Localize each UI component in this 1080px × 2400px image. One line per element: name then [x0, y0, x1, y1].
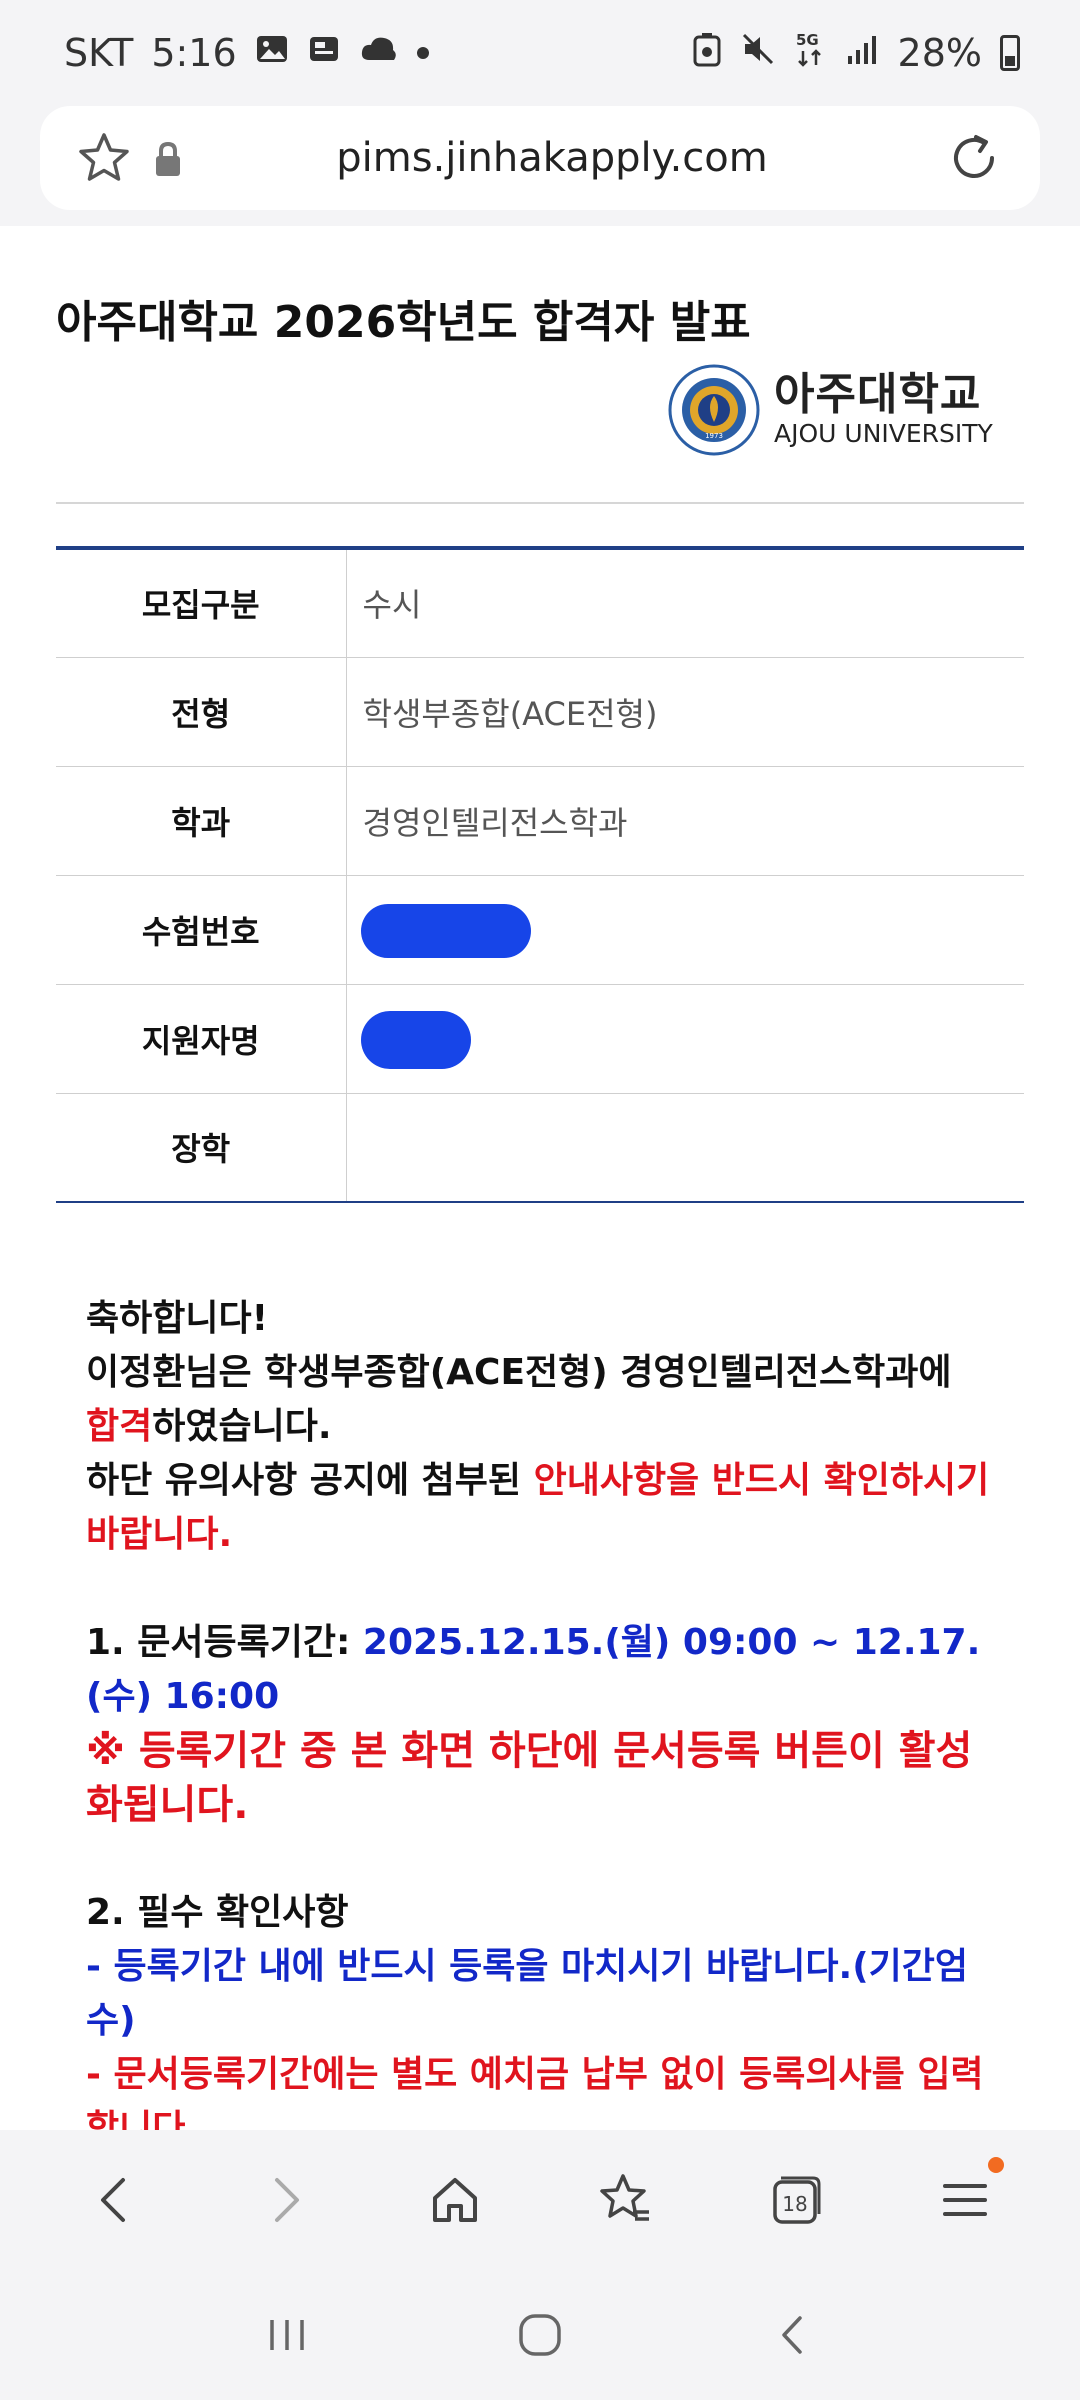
title-divider [56, 502, 1024, 504]
row-label-admission-type: 전형 [56, 657, 347, 767]
recycle-icon [692, 31, 722, 76]
row-value-recruit-type: 수시 [346, 548, 1024, 658]
university-logo: 1973 아주대학교 AJOU UNIVERSITY [668, 364, 993, 456]
reload-icon[interactable] [944, 128, 1004, 188]
logo-korean: 아주대학교 [774, 369, 982, 420]
signal-icon [846, 31, 880, 75]
row-label-exam-number: 수험번호 [56, 875, 347, 985]
table-row: 전형 학생부종합(ACE전형) [56, 657, 1024, 767]
tab-count: 18 [782, 2192, 807, 2216]
home-circle-icon[interactable] [500, 2295, 580, 2375]
status-left: SKT 5:16 [64, 31, 429, 75]
bookmarks-icon[interactable] [580, 2155, 670, 2245]
section-2-label: 2. 필수 확인사항 [86, 1892, 349, 1933]
redaction-mark [360, 903, 531, 958]
svg-text:5G: 5G [796, 31, 819, 49]
bookmark-star-icon[interactable] [76, 130, 132, 186]
logo-english: AJOU UNIVERSITY [774, 419, 993, 448]
section-1-label: 1. 문서등록기간: [86, 1622, 363, 1663]
page-title: 아주대학교 2026학년도 합격자 발표 [56, 297, 751, 348]
news-icon [307, 31, 341, 75]
pass-word: 합격 [86, 1406, 153, 1447]
battery-icon [1000, 35, 1020, 71]
congrats-text: 축하합니다! [86, 1298, 269, 1339]
clock: 5:16 [151, 31, 237, 75]
row-label-applicant-name: 지원자명 [56, 984, 347, 1094]
section-2-item-1: - 등록기간 내에 반드시 등록을 마치시기 바랍니다.(기간엄수) [86, 1946, 969, 2041]
row-label-department: 학과 [56, 766, 347, 876]
battery-percent: 28% [897, 31, 982, 75]
url-bar[interactable]: pims.jinhakapply.com [40, 106, 1040, 210]
row-value-applicant-name [346, 984, 1024, 1094]
notification-dot-icon [416, 47, 429, 59]
row-label-recruit-type: 모집구분 [56, 548, 347, 658]
row-value-exam-number [346, 875, 1024, 985]
university-seal-icon: 1973 [668, 364, 760, 456]
system-nav-bar [0, 2270, 1080, 2400]
forward-icon[interactable] [240, 2155, 330, 2245]
notice-line-2: 합격하였습니다. [86, 1400, 1006, 1454]
row-label-scholarship: 장학 [56, 1093, 347, 1202]
tabs-icon[interactable]: 18 [750, 2155, 840, 2245]
table-row: 수험번호 [56, 875, 1024, 985]
row-value-admission-type: 학생부종합(ACE전형) [346, 657, 1024, 767]
table-row: 모집구분 수시 [56, 548, 1024, 658]
url-text[interactable]: pims.jinhakapply.com [184, 135, 920, 181]
gallery-icon [255, 31, 289, 75]
mute-icon [740, 31, 776, 76]
notice-line-1: 이정환님은 학생부종합(ACE전형) 경영인텔리전스학과에 [86, 1352, 952, 1393]
result-notice: 축하합니다! 이정환님은 학생부종합(ACE전형) 경영인텔리전스학과에 합격하… [86, 1292, 1006, 2130]
status-bar: SKT 5:16 5G 28% [0, 0, 1080, 106]
logo-wordmark: 아주대학교 AJOU UNIVERSITY [774, 371, 993, 449]
notice-line-2-rest: 하였습니다. [152, 1406, 332, 1447]
back-icon[interactable] [70, 2155, 160, 2245]
section-1: 1. 문서등록기간: 2025.12.15.(월) 09:00 ~ 12.17.… [86, 1616, 1006, 1724]
home-icon[interactable] [410, 2155, 500, 2245]
notice-line-3: 하단 유의사항 공지에 첨부된 안내사항을 반드시 확인하시기 바랍니다. [86, 1454, 1006, 1562]
menu-icon[interactable] [920, 2155, 1010, 2245]
section-2-item-2: - 문서등록기간에는 별도 예치금 납부 없이 등록의사를 입력합니다. [86, 2054, 984, 2130]
lock-icon [152, 138, 184, 178]
notice-line-3-prefix: 하단 유의사항 공지에 첨부된 [86, 1460, 534, 1501]
registration-note: ※ 등록기간 중 본 화면 하단에 문서등록 버튼이 활성화됩니다. [86, 1728, 973, 1828]
row-value-scholarship [346, 1093, 1024, 1202]
recents-icon[interactable] [247, 2295, 327, 2375]
back-chevron-icon[interactable] [753, 2295, 833, 2375]
status-right: 5G 28% [692, 29, 1020, 78]
svg-text:1973: 1973 [705, 432, 723, 440]
cloud-icon [359, 31, 399, 75]
browser-url-area: pims.jinhakapply.com [0, 106, 1080, 226]
browser-toolbar: 18 [0, 2130, 1080, 2270]
table-row: 장학 [56, 1093, 1024, 1202]
table-row: 학과 경영인텔리전스학과 [56, 766, 1024, 876]
redaction-mark [360, 1010, 471, 1069]
network-5g-icon: 5G [794, 29, 828, 78]
web-page[interactable]: 아주대학교 2026학년도 합격자 발표 1973 아주대학교 AJOU UNI… [0, 226, 1080, 2130]
carrier-label: SKT [64, 31, 134, 75]
table-row: 지원자명 [56, 984, 1024, 1094]
row-value-department: 경영인텔리전스학과 [346, 766, 1024, 876]
result-table: 모집구분 수시 전형 학생부종합(ACE전형) 학과 경영인텔리전스학과 수험번… [56, 546, 1024, 1203]
menu-notification-badge [988, 2157, 1004, 2173]
